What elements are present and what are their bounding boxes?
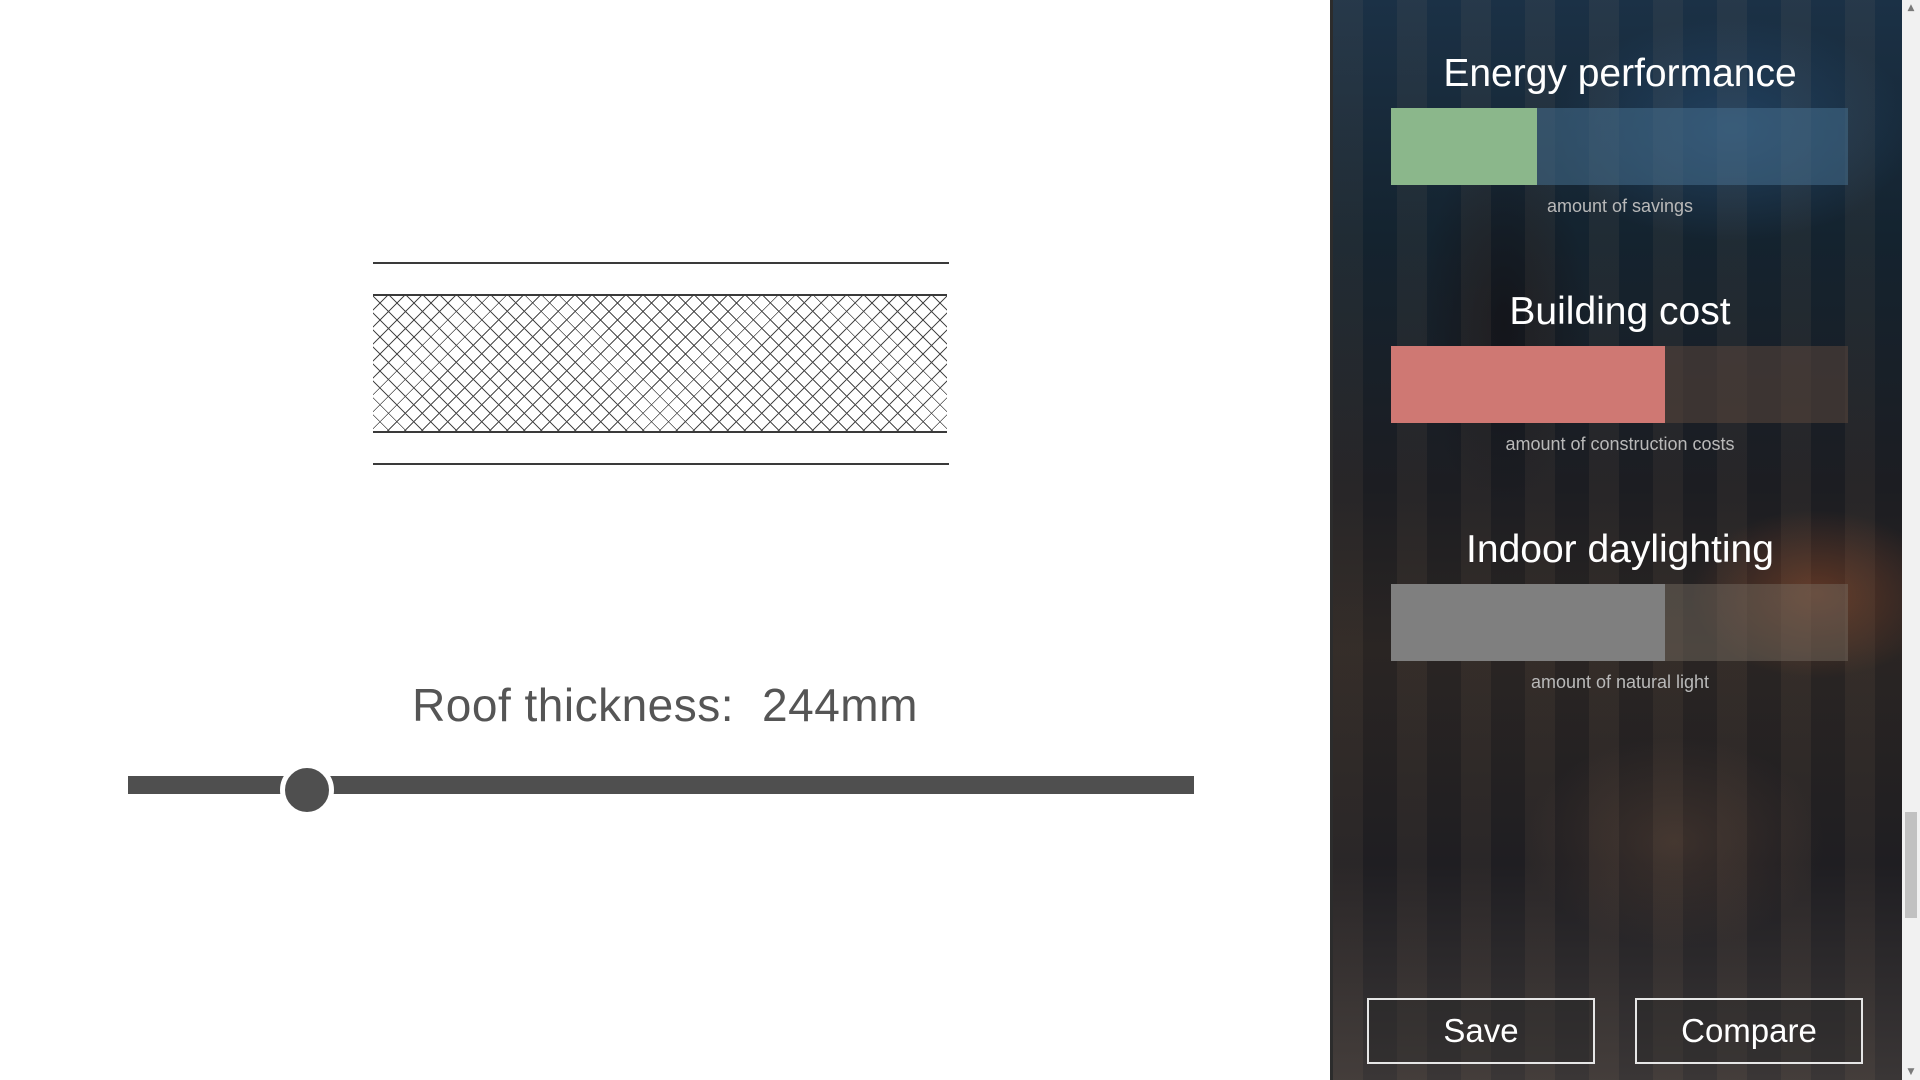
metric-title: Building cost — [1509, 290, 1731, 333]
design-canvas: Roof thickness: 244mm — [0, 0, 1330, 1080]
roof-top-membrane — [373, 262, 949, 264]
roof-section-diagram — [373, 262, 949, 466]
metric-bar-fill — [1391, 584, 1666, 661]
metric-caption: amount of savings — [1546, 196, 1694, 216]
scroll-down-icon[interactable]: ▼ — [1902, 1064, 1920, 1080]
roof-insulation-layer — [373, 294, 947, 433]
roof-thickness-slider[interactable] — [128, 763, 1194, 817]
metric-bar — [1391, 346, 1848, 423]
roof-bottom-membrane — [373, 463, 949, 465]
slider-thumb[interactable] — [279, 763, 334, 817]
metric-title: Indoor daylighting — [1466, 528, 1774, 571]
compare-button[interactable]: Compare — [1635, 998, 1863, 1064]
app-page: Roof thickness: 244mm Energy performance … — [0, 0, 1920, 1080]
scroll-thumb[interactable] — [1905, 812, 1917, 918]
metric-bar — [1391, 108, 1848, 185]
metric-bar — [1391, 584, 1848, 661]
performance-panel: Energy performance amount of savings Bui… — [1330, 0, 1902, 1080]
roof-thickness-label: Roof thickness: — [412, 679, 735, 731]
metric-bar-fill — [1391, 346, 1666, 423]
scroll-up-icon[interactable]: ▲ — [1902, 0, 1920, 16]
metric-caption: amount of construction costs — [1505, 434, 1735, 454]
roof-thickness-readout: Roof thickness: 244mm — [0, 678, 1330, 732]
metric-bar-fill — [1391, 108, 1538, 185]
save-button[interactable]: Save — [1367, 998, 1595, 1064]
metric-caption: amount of natural light — [1530, 672, 1710, 692]
page-scrollbar[interactable]: ▲ ▼ — [1902, 0, 1920, 1080]
metric-title: Energy performance — [1443, 52, 1797, 95]
roof-thickness-value: 244mm — [762, 679, 918, 731]
